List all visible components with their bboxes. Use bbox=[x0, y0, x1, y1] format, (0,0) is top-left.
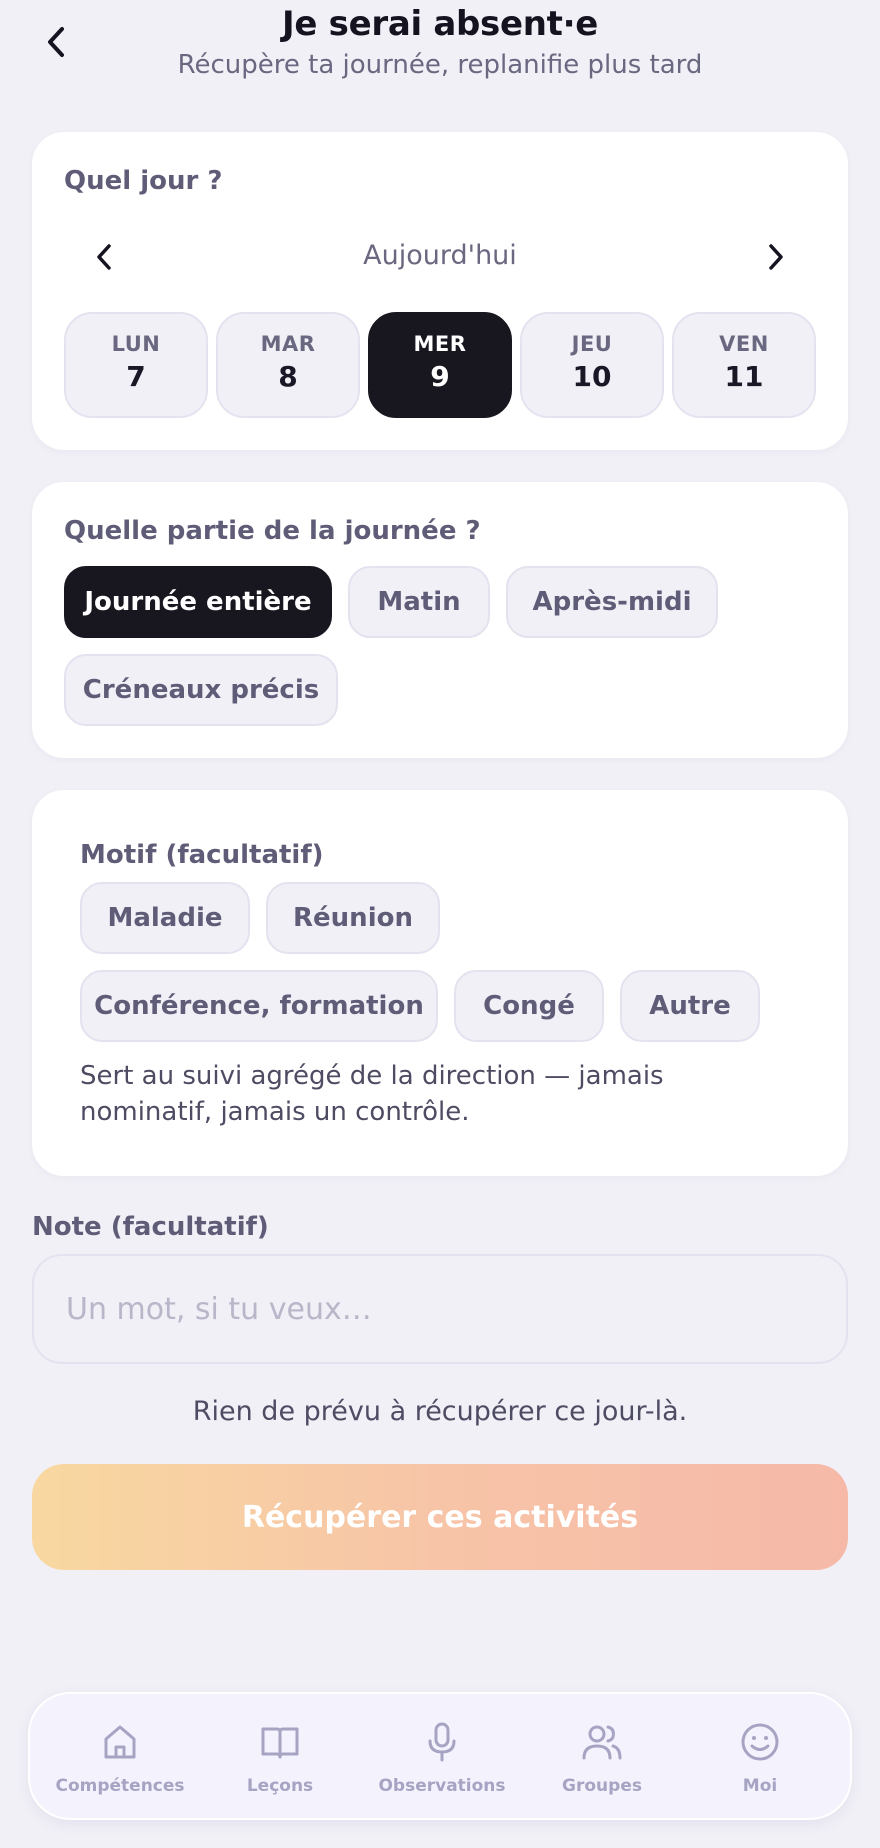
page-subtitle: Récupère ta journée, replanifie plus tar… bbox=[177, 50, 703, 80]
motif-help-text: Sert au suivi agrégé de la direction — j… bbox=[80, 1061, 664, 1127]
book-icon bbox=[261, 1727, 299, 1759]
page-title: Je serai absent·e bbox=[282, 4, 598, 44]
users-icon bbox=[582, 1725, 622, 1760]
day-pill-ven[interactable]: VEN 11 bbox=[672, 312, 816, 418]
tab-label: Moi bbox=[742, 1776, 778, 1796]
next-day-button[interactable] bbox=[754, 232, 798, 282]
day-pill-jeu[interactable]: JEU 10 bbox=[520, 312, 664, 418]
home-icon bbox=[104, 1725, 136, 1759]
recover-activities-button[interactable]: Récupérer ces activités bbox=[32, 1464, 848, 1570]
day-pill-number: 11 bbox=[724, 360, 764, 393]
day-pill-weekday: MAR bbox=[260, 332, 316, 356]
day-pill-weekday: LUN bbox=[111, 332, 161, 356]
motif-label: Motif (facultatif) bbox=[80, 840, 324, 870]
tab-moi[interactable]: Moi bbox=[678, 1694, 842, 1822]
option-precise-slots[interactable]: Créneaux précis bbox=[64, 654, 338, 726]
day-pill-weekday: MER bbox=[413, 332, 467, 356]
motif-illness[interactable]: Maladie bbox=[80, 882, 250, 954]
day-navigator: Aujourd'hui bbox=[32, 232, 848, 282]
smiley-icon bbox=[741, 1723, 779, 1761]
tab-label: Compétences bbox=[55, 1776, 185, 1796]
day-pill-number: 7 bbox=[126, 360, 146, 393]
day-pill-mar[interactable]: MAR 8 bbox=[216, 312, 360, 418]
tab-label: Leçons bbox=[246, 1776, 314, 1796]
tab-label: Groupes bbox=[562, 1776, 642, 1796]
tab-label: Observations bbox=[378, 1776, 506, 1796]
day-pill-weekday: JEU bbox=[571, 332, 613, 356]
microphone-icon bbox=[428, 1722, 456, 1762]
tab-observations[interactable]: Observations bbox=[360, 1694, 524, 1822]
chevron-right-icon bbox=[769, 244, 783, 270]
motif-other[interactable]: Autre bbox=[620, 970, 760, 1042]
bottom-tab-bar: Compétences Leçons Observations Groupes … bbox=[28, 1692, 852, 1820]
header: Je serai absent·e Récupère ta journée, r… bbox=[0, 0, 880, 100]
day-pill-number: 10 bbox=[572, 360, 612, 393]
day-pill-mer[interactable]: MER 9 bbox=[368, 312, 512, 418]
day-card-label: Quel jour ? bbox=[64, 166, 223, 196]
tab-lecons[interactable]: Leçons bbox=[198, 1694, 362, 1822]
day-part-label: Quelle partie de la journée ? bbox=[64, 516, 481, 546]
day-pill-weekday: VEN bbox=[719, 332, 769, 356]
day-pill-number: 8 bbox=[278, 360, 298, 393]
day-pill-lun[interactable]: LUN 7 bbox=[64, 312, 208, 418]
motif-conference-training[interactable]: Conférence, formation bbox=[80, 970, 438, 1042]
tab-groupes[interactable]: Groupes bbox=[520, 1694, 684, 1822]
motif-meeting[interactable]: Réunion bbox=[266, 882, 440, 954]
tab-competences[interactable]: Compétences bbox=[38, 1694, 202, 1822]
option-full-day[interactable]: Journée entière bbox=[64, 566, 332, 638]
option-afternoon[interactable]: Après-midi bbox=[506, 566, 718, 638]
option-morning[interactable]: Matin bbox=[348, 566, 490, 638]
note-input[interactable] bbox=[32, 1254, 848, 1364]
empty-state-message: Rien de prévu à récupérer ce jour-là. bbox=[192, 1396, 688, 1427]
note-label: Note (facultatif) bbox=[32, 1212, 269, 1242]
current-day-label: Aujourd'hui bbox=[363, 240, 517, 271]
day-pill-number: 9 bbox=[430, 360, 450, 393]
motif-leave[interactable]: Congé bbox=[454, 970, 604, 1042]
